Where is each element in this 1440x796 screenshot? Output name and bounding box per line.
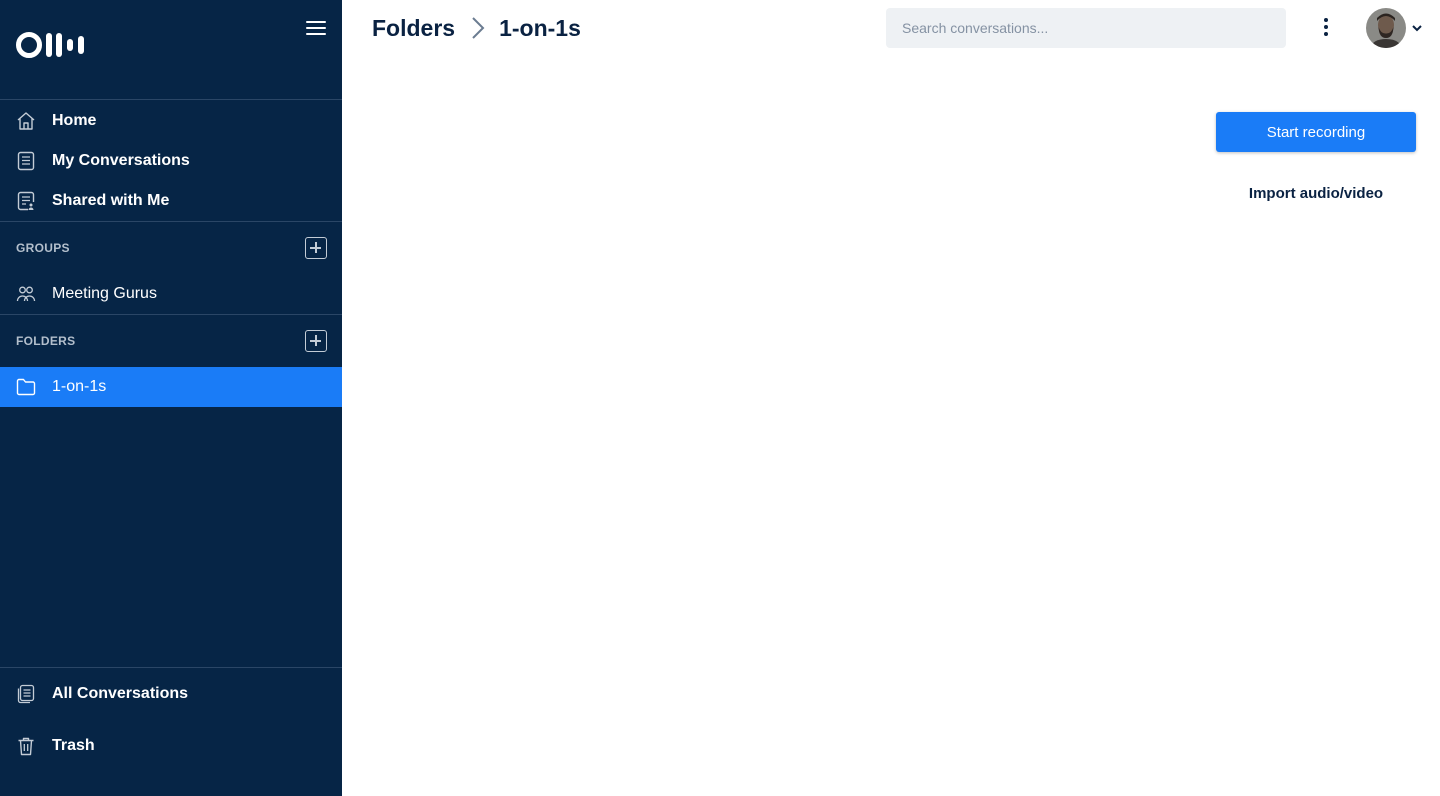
- sidebar-item-trash[interactable]: Trash: [0, 726, 342, 766]
- otter-logo[interactable]: [16, 30, 90, 60]
- folder-icon: [16, 378, 36, 396]
- sidebar-item-label: My Conversations: [52, 152, 190, 169]
- people-icon: [16, 286, 36, 302]
- sidebar-item-label: All Conversations: [52, 685, 189, 702]
- chevron-right-icon: [472, 17, 485, 39]
- groups-title: GROUPS: [16, 241, 70, 255]
- search-input[interactable]: [886, 8, 1286, 48]
- sidebar-item-label: Meeting Gurus: [52, 285, 157, 302]
- import-audio-video-link[interactable]: Import audio/video: [1216, 182, 1416, 206]
- sidebar-item-label: Trash: [52, 737, 95, 754]
- breadcrumb-current: 1-on-1s: [499, 14, 581, 41]
- document-icon: [17, 151, 35, 171]
- sidebar-item-1-on-1s[interactable]: 1-on-1s: [0, 367, 342, 407]
- shared-document-icon: [17, 191, 35, 211]
- chevron-down-icon[interactable]: [1411, 22, 1423, 34]
- hamburger-icon[interactable]: [306, 19, 328, 37]
- breadcrumb: Folders 1-on-1s: [372, 12, 581, 44]
- sidebar: Home My Conversations Shared with Me GRO…: [0, 0, 342, 796]
- documents-stack-icon: [17, 684, 35, 704]
- start-recording-button[interactable]: Start recording: [1216, 112, 1416, 152]
- add-folder-button[interactable]: [305, 330, 327, 352]
- sidebar-item-label: Home: [52, 112, 97, 129]
- avatar-image: [1366, 8, 1406, 48]
- sidebar-divider: [0, 667, 342, 668]
- sidebar-item-label: 1-on-1s: [52, 378, 107, 395]
- sidebar-item-all-conversations[interactable]: All Conversations: [0, 674, 342, 714]
- home-icon: [17, 112, 35, 130]
- kebab-menu-icon[interactable]: [1316, 16, 1336, 40]
- sidebar-item-meeting-gurus[interactable]: Meeting Gurus: [0, 274, 342, 314]
- add-group-button[interactable]: [305, 237, 327, 259]
- sidebar-item-home[interactable]: Home: [0, 101, 342, 141]
- sidebar-item-my-conversations[interactable]: My Conversations: [0, 141, 342, 181]
- sidebar-divider: [0, 221, 342, 222]
- user-avatar[interactable]: [1366, 8, 1406, 48]
- breadcrumb-folders[interactable]: Folders: [372, 15, 455, 42]
- sidebar-header: [0, 0, 342, 100]
- sidebar-item-label: Shared with Me: [52, 192, 170, 209]
- sidebar-divider: [0, 314, 342, 315]
- trash-icon: [18, 737, 34, 756]
- folders-title: FOLDERS: [16, 334, 76, 348]
- sidebar-item-shared-with-me[interactable]: Shared with Me: [0, 181, 342, 221]
